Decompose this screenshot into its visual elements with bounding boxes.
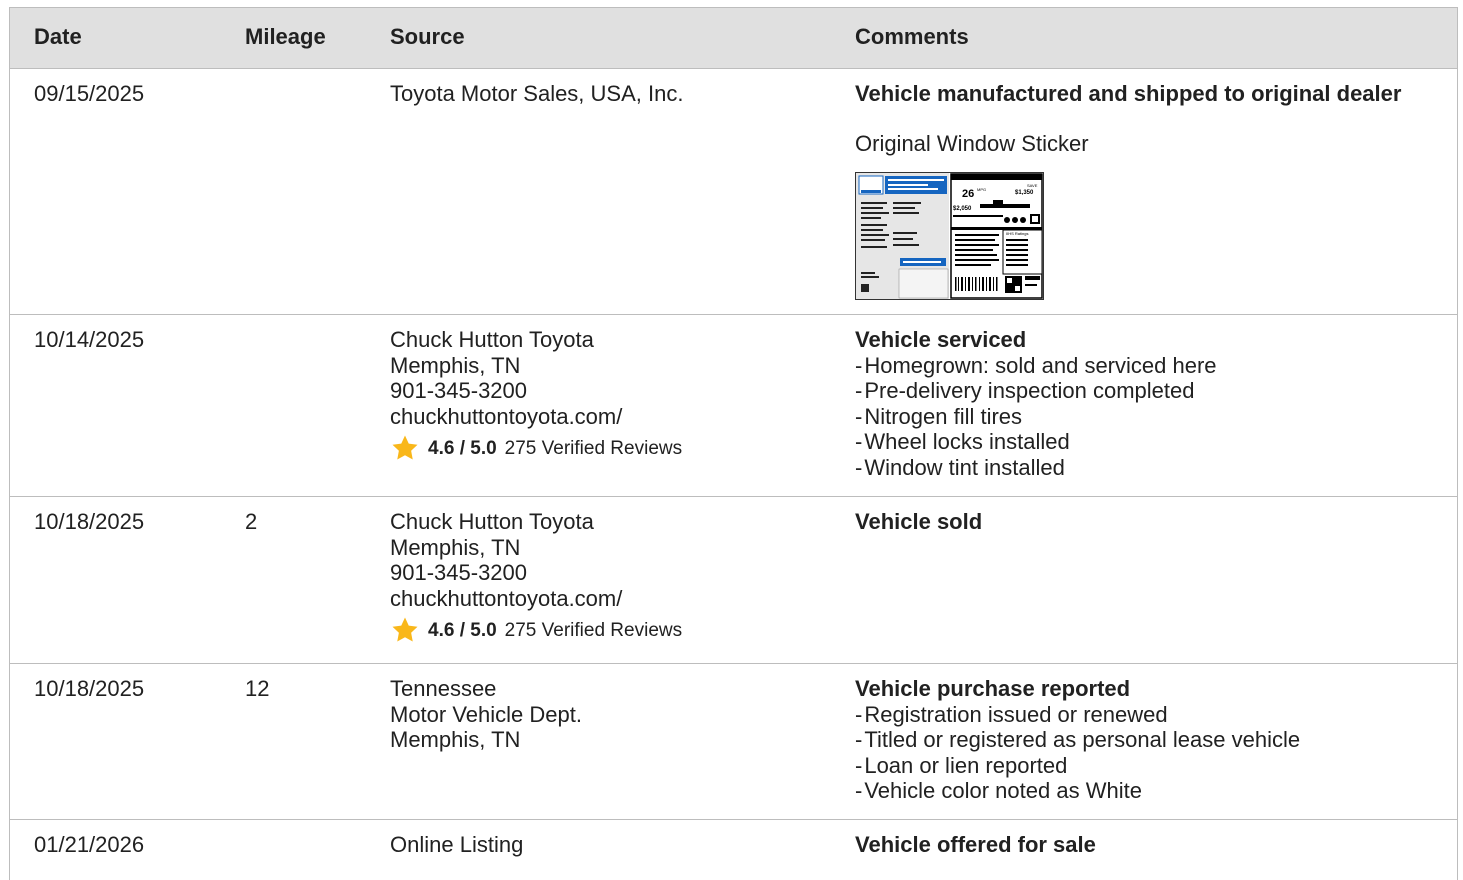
comment-bullet: Nitrogen fill tires: [855, 404, 1217, 430]
dealer-rating[interactable]: 4.6 / 5.0 275 Verified Reviews: [390, 433, 682, 463]
dealer-phone[interactable]: 901-345-3200: [390, 560, 682, 586]
row-comments: Vehicle serviced Homegrown: sold and ser…: [855, 327, 1217, 481]
comment-title: Vehicle purchase reported: [855, 676, 1131, 701]
row-source: Tennessee Motor Vehicle Dept. Memphis, T…: [390, 676, 582, 753]
comment-bullet: Homegrown: sold and serviced here: [855, 353, 1216, 379]
row-date: 10/14/2025: [34, 327, 145, 352]
dealer-name: Chuck Hutton Toyota: [390, 327, 594, 352]
sticker-mpg: 26: [962, 188, 974, 200]
table-row: 10/14/2025 Chuck Hutton Toyota Memphis, …: [10, 315, 1457, 497]
source-line: Memphis, TN: [390, 727, 521, 753]
header-comments: Comments: [855, 24, 969, 49]
row-date: 10/18/2025: [34, 676, 145, 701]
header-date: Date: [34, 24, 82, 49]
row-source: Toyota Motor Sales, USA, Inc.: [390, 81, 683, 107]
table-row: 10/18/2025 12 Tennessee Motor Vehicle De…: [10, 664, 1457, 820]
row-comments: Vehicle manufactured and shipped to orig…: [855, 81, 1402, 301]
row-date: 01/21/2026: [34, 832, 145, 857]
header-mileage: Mileage: [245, 24, 326, 49]
row-mileage: 12: [245, 676, 270, 701]
comment-bullet: Loan or lien reported: [855, 753, 1300, 779]
row-source: Chuck Hutton Toyota Memphis, TN 901-345-…: [390, 327, 682, 463]
star-icon: [392, 617, 418, 642]
vehicle-history-table: Date Mileage Source Comments 09/15/2025 …: [9, 7, 1458, 880]
header-source: Source: [390, 24, 465, 49]
row-comments: Vehicle purchase reported Registration i…: [855, 676, 1300, 804]
row-mileage: 2: [245, 509, 258, 534]
window-sticker-thumbnail[interactable]: 26 MPG SAVE $1,350 $2,050 IIHS Ratings: [855, 172, 1044, 301]
sticker-fuel-cost: $2,050: [953, 206, 972, 212]
dealer-website-link[interactable]: chuckhuttontoyota.com/: [390, 404, 682, 430]
comment-bullet: Vehicle color noted as White: [855, 778, 1300, 804]
comment-title: Vehicle manufactured and shipped to orig…: [855, 81, 1402, 106]
row-comments: Vehicle sold: [855, 509, 982, 535]
dealer-website-link[interactable]: chuckhuttontoyota.com/: [390, 586, 682, 612]
sticker-save: $1,350: [1015, 190, 1034, 196]
window-sticker-link[interactable]: Original Window Sticker: [855, 131, 1401, 157]
dealer-rating[interactable]: 4.6 / 5.0 275 Verified Reviews: [390, 615, 682, 645]
dealer-phone[interactable]: 901-345-3200: [390, 378, 682, 404]
rating-score: 4.6 / 5.0: [428, 437, 497, 459]
comment-title: Vehicle offered for sale: [855, 832, 1096, 857]
row-date: 09/15/2025: [34, 81, 145, 106]
comment-title: Vehicle sold: [855, 509, 983, 534]
source-line: Toyota Motor Sales, USA, Inc.: [390, 81, 684, 106]
comment-bullet: Pre-delivery inspection completed: [855, 378, 1217, 404]
source-line: Online Listing: [390, 832, 524, 857]
row-source: Chuck Hutton Toyota Memphis, TN 901-345-…: [390, 509, 682, 645]
table-row: 01/21/2026 Online Listing Vehicle offere…: [10, 820, 1457, 880]
sticker-mpg-unit: MPG: [977, 187, 986, 192]
comment-bullet: Titled or registered as personal lease v…: [855, 727, 1300, 753]
star-icon: [392, 435, 418, 460]
rating-reviews: 275 Verified Reviews: [504, 619, 683, 641]
row-source: Online Listing: [390, 832, 523, 858]
table-header: Date Mileage Source Comments: [10, 8, 1457, 69]
rating-score: 4.6 / 5.0: [428, 619, 497, 641]
source-line: Tennessee: [390, 676, 497, 701]
comment-bullet: Window tint installed: [855, 455, 1217, 481]
row-comments: Vehicle offered for sale: [855, 832, 1096, 858]
row-date: 10/18/2025: [34, 509, 145, 534]
comment-title: Vehicle serviced: [855, 327, 1027, 352]
rating-reviews: 275 Verified Reviews: [504, 437, 683, 459]
dealer-location: Memphis, TN: [390, 534, 521, 560]
comment-bullet: Registration issued or renewed: [855, 702, 1300, 728]
source-line: Motor Vehicle Dept.: [390, 701, 582, 727]
comment-bullet: Wheel locks installed: [855, 429, 1217, 455]
dealer-name: Chuck Hutton Toyota: [390, 509, 594, 534]
sticker-save-label: SAVE: [1027, 183, 1038, 188]
table-row: 10/18/2025 2 Chuck Hutton Toyota Memphis…: [10, 497, 1457, 664]
dealer-location: Memphis, TN: [390, 352, 521, 378]
sticker-ratings-label: IIHS Ratings: [1006, 231, 1028, 236]
table-row: 09/15/2025 Toyota Motor Sales, USA, Inc.…: [10, 69, 1457, 315]
